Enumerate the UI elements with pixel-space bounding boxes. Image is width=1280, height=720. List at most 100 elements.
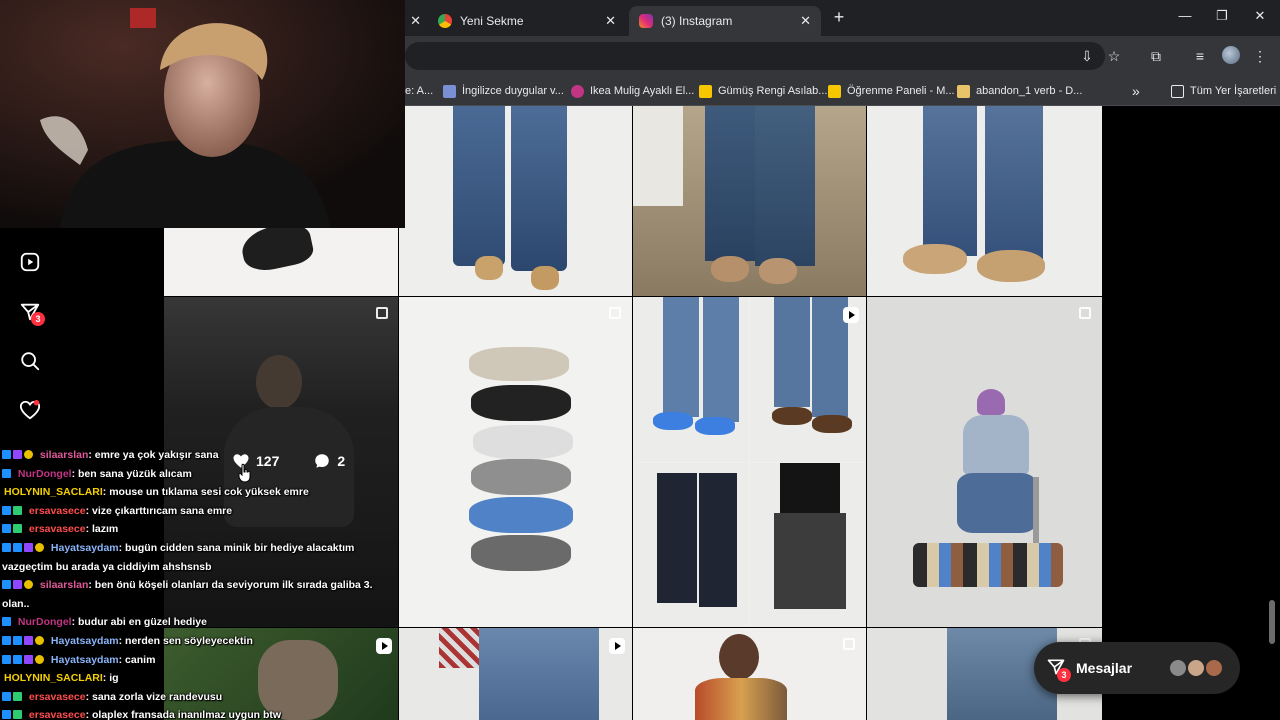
shoe-shape (711, 256, 749, 282)
chat-username[interactable]: silaarslan (40, 579, 88, 591)
post-tile[interactable] (399, 628, 632, 720)
bookmark-item[interactable]: Gümüş Rengi Asılab... (699, 82, 827, 100)
jeans-shape (657, 473, 697, 603)
bookmark-star-icon[interactable]: ☆ (1106, 48, 1122, 64)
bookmark-item[interactable]: abandon_1 verb - D... (957, 82, 1082, 100)
chat-message: ersavasece: olaplex fransada inanılmaz u… (2, 706, 392, 720)
tab-partial[interactable]: ✕ (405, 6, 425, 36)
shirt-shape (439, 628, 479, 668)
avatar (1204, 658, 1224, 678)
sneaker-shape (469, 347, 569, 381)
chat-username[interactable]: ersavasece (29, 523, 86, 535)
bookmark-label: Ikea Mulig Ayaklı El... (590, 85, 695, 97)
post-tile[interactable] (867, 106, 1102, 296)
chat-username[interactable]: HOLYNIN_SACLARI (4, 486, 103, 498)
chat-message: ersavasece: lazım (2, 520, 392, 539)
messages-pill[interactable]: 3 Mesajlar (1034, 642, 1240, 694)
badge-icon (2, 542, 11, 552)
bookmark-item[interactable]: Öğrenme Paneli - M... (828, 82, 955, 100)
chat-username[interactable]: Hayatsaydam (51, 635, 119, 647)
post-tile[interactable] (399, 106, 632, 296)
screen: ✕ Yeni Sekme ✕ (3) Instagram ✕ + — ❐ ✕ ⇩… (0, 0, 1280, 720)
extensions-icon[interactable]: ⧉ (1148, 48, 1164, 64)
chat-text: : ig (102, 672, 119, 685)
maximize-button[interactable]: ❐ (1213, 8, 1231, 24)
chair-shape (633, 106, 683, 206)
badge-icon (13, 635, 22, 645)
badge-icon (2, 580, 11, 590)
badge-icon (35, 635, 44, 645)
messages-badge: 3 (31, 312, 45, 326)
badge-icon (2, 524, 11, 534)
minimize-button[interactable]: — (1176, 8, 1194, 23)
post-tile[interactable] (633, 297, 866, 627)
menu-icon[interactable]: ⋮ (1252, 48, 1268, 64)
bookmark-item[interactable]: İngilizce duygular v... (443, 82, 564, 100)
carousel-icon (376, 307, 388, 319)
badge-icon (24, 635, 33, 645)
badge-icon (2, 654, 11, 664)
more-bookmarks-icon[interactable]: » (1132, 82, 1140, 100)
tab-instagram[interactable]: (3) Instagram ✕ (629, 6, 821, 36)
sneakers-row (913, 543, 1063, 587)
post-tile[interactable] (399, 297, 632, 627)
post-tile[interactable] (867, 297, 1102, 627)
chat-message: Hayatsaydam: bugün cidden sana minik bir… (2, 539, 392, 576)
chat-username[interactable]: HOLYNIN_SACLARI (4, 672, 103, 684)
carousel-icon (609, 307, 621, 319)
badge-icon (24, 654, 33, 664)
close-window-button[interactable]: ✕ (1251, 8, 1269, 24)
search-icon[interactable] (19, 350, 41, 372)
bookmark-label: İngilizce duygular v... (462, 85, 564, 97)
stream-chat: silaarslan: emre ya çok yakışır sana Nur… (2, 446, 392, 720)
chat-username[interactable]: NurDongel (18, 468, 72, 480)
media-controls-icon[interactable]: ≡ (1192, 48, 1208, 64)
chat-message: ersavasece: vize çıkarttırıcam sana emre (2, 502, 392, 521)
chat-username[interactable]: NurDongel (18, 616, 72, 628)
sneaker-shape (469, 497, 573, 533)
jeans-shape (957, 473, 1037, 533)
badge-icon (35, 542, 44, 552)
page-scrollbar[interactable] (1269, 600, 1275, 644)
badge-icon (2, 617, 11, 627)
chat-username[interactable]: Hayatsaydam (51, 542, 119, 554)
profile-avatar[interactable] (1222, 46, 1240, 64)
all-bookmarks-label: Tüm Yer İşaretleri (1190, 85, 1277, 97)
post-tile[interactable] (633, 628, 866, 720)
all-bookmarks-button[interactable]: Tüm Yer İşaretleri (1171, 82, 1276, 100)
chat-username[interactable]: ersavasece (29, 709, 86, 720)
chat-message: HOLYNIN_SACLARI: ig (2, 669, 392, 688)
close-icon[interactable]: ✕ (605, 13, 616, 29)
site-icon (443, 84, 456, 98)
post-tile[interactable] (633, 106, 866, 296)
reel-icon (843, 307, 859, 323)
shoe-shape (772, 407, 812, 425)
quad-bl (633, 463, 749, 627)
shoe-shape (812, 415, 852, 433)
close-icon[interactable]: ✕ (800, 13, 811, 29)
sneaker-shape (473, 425, 573, 459)
tab-title: (3) Instagram (661, 14, 733, 28)
page-margin-right (1102, 106, 1280, 720)
chat-username[interactable]: ersavasece (29, 505, 86, 517)
install-app-icon[interactable]: ⇩ (1079, 48, 1095, 64)
shirt-shape (780, 463, 840, 513)
carousel-icon (843, 638, 855, 650)
messages-badge: 3 (1057, 668, 1071, 682)
address-bar[interactable] (405, 42, 1105, 70)
tab-new-tab[interactable]: Yeni Sekme ✕ (428, 6, 626, 36)
chat-username[interactable]: Hayatsaydam (51, 654, 119, 666)
notifications-icon[interactable] (19, 399, 41, 421)
bookmark-item[interactable]: e: A... (405, 82, 433, 100)
close-icon[interactable]: ✕ (410, 13, 421, 29)
jeans-right (755, 106, 815, 266)
jacket-shape (695, 678, 787, 720)
chat-username[interactable]: ersavasece (29, 691, 86, 703)
new-tab-button[interactable]: + (830, 8, 848, 26)
chat-username[interactable]: silaarslan (40, 449, 88, 461)
chat-text: : emre ya çok yakışır sana (88, 449, 219, 461)
chat-text: : olaplex fransada inanılmaz uygun btw (85, 709, 282, 720)
bookmark-item[interactable]: Ikea Mulig Ayaklı El... (571, 82, 694, 100)
tab-title: Yeni Sekme (460, 14, 524, 28)
reels-icon[interactable] (19, 251, 41, 273)
